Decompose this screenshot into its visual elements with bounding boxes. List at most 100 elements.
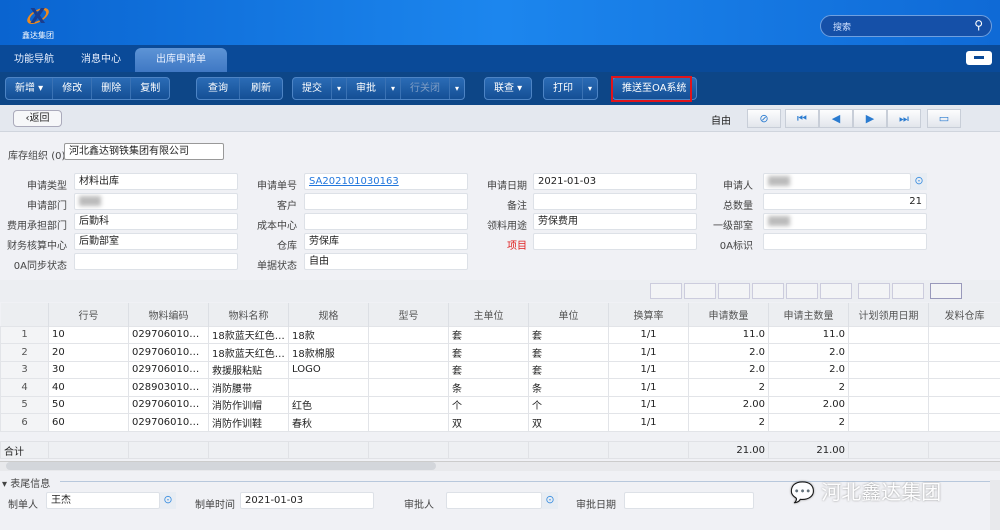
created-time-field[interactable]: 2021-01-03 [240, 492, 374, 509]
approve-button[interactable]: 审批 [347, 78, 387, 99]
table-cell[interactable]: 50 [48, 395, 129, 414]
search-input[interactable]: 搜索 ⚲ [820, 15, 992, 37]
table-cell[interactable]: 1/1 [608, 413, 689, 432]
table-cell[interactable]: 2.00 [688, 395, 769, 414]
apply-type-field[interactable]: 材料出库 [74, 173, 238, 190]
table-cell[interactable]: 2 [688, 413, 769, 432]
cost-dept-field[interactable]: 后勤科 [74, 213, 238, 230]
new-button[interactable]: 新增 ▾ [6, 78, 54, 99]
table-cell[interactable] [848, 395, 929, 414]
tab-message-center[interactable]: 消息中心 [68, 48, 134, 72]
print-button[interactable]: 打印 [544, 78, 583, 99]
window-icon[interactable] [930, 283, 962, 299]
column-header[interactable]: 计划领用日期 [848, 303, 929, 326]
table-cell[interactable]: 1/1 [608, 378, 689, 397]
applicant-picker-icon[interactable]: ⊙ [911, 173, 927, 190]
table-cell[interactable]: 028903010010... [128, 378, 209, 397]
table-cell[interactable]: 个 [448, 395, 529, 414]
table-cell[interactable]: 1/1 [608, 360, 689, 379]
table-cell[interactable] [368, 378, 449, 397]
table-row[interactable]: 110029706010010...18款蓝天红色救...18款套套1/111.… [0, 325, 1000, 344]
table-cell[interactable]: 消防腰带 [208, 378, 289, 397]
query-button[interactable]: 查询 [197, 78, 240, 99]
apply-no-link[interactable]: SA202101030163 [304, 173, 468, 190]
column-header[interactable] [0, 303, 49, 326]
table-cell[interactable]: 救援服粘贴 [208, 360, 289, 379]
last-record-icon[interactable]: ⏭ [887, 109, 921, 128]
column-header[interactable]: 行号 [48, 303, 129, 326]
column-header[interactable]: 申请数量 [688, 303, 769, 326]
table-cell[interactable]: 套 [528, 360, 609, 379]
table-cell[interactable]: LOGO [288, 360, 369, 379]
column-header[interactable]: 物料名称 [208, 303, 289, 326]
table-cell[interactable]: 套 [528, 325, 609, 344]
table-cell[interactable]: 1/1 [608, 325, 689, 344]
creator-field[interactable]: 王杰 [46, 492, 160, 509]
column-header[interactable]: 型号 [368, 303, 449, 326]
table-cell[interactable]: 套 [528, 343, 609, 362]
insert-row-icon[interactable] [684, 283, 716, 299]
table-cell[interactable]: 2.00 [768, 395, 849, 414]
table-cell[interactable] [928, 413, 1000, 432]
table-cell[interactable] [848, 343, 929, 362]
next-record-icon[interactable]: ▶ [853, 109, 887, 128]
submit-dropdown[interactable]: ▾ [332, 78, 348, 99]
table-row[interactable]: 550029706010050...消防作训帽红色个个1/12.002.00 [0, 395, 1000, 414]
table-cell[interactable]: 029706010010... [128, 325, 209, 344]
submit-button[interactable]: 提交 [293, 78, 332, 99]
table-cell[interactable] [368, 395, 449, 414]
apply-dept-field[interactable] [74, 193, 238, 210]
table-cell[interactable] [368, 325, 449, 344]
table-cell[interactable] [288, 378, 369, 397]
table-cell[interactable]: 60 [48, 413, 129, 432]
copy-button[interactable]: 复制 [131, 78, 169, 99]
table-cell[interactable]: 红色 [288, 395, 369, 414]
table-cell[interactable]: 18款蓝天红色救... [208, 343, 289, 362]
table-cell[interactable]: 套 [448, 325, 529, 344]
table-cell[interactable] [848, 325, 929, 344]
table-cell[interactable]: 18款蓝天红色救... [208, 325, 289, 344]
table-cell[interactable] [928, 360, 1000, 379]
oa-flag-field[interactable] [763, 233, 927, 250]
table-cell[interactable]: 双 [528, 413, 609, 432]
table-cell[interactable] [848, 378, 929, 397]
add-row-icon[interactable] [650, 283, 682, 299]
table-cell[interactable]: 2.0 [688, 343, 769, 362]
table-cell[interactable] [848, 413, 929, 432]
table-cell[interactable]: 40 [48, 378, 129, 397]
table-row[interactable]: 330029706010050...救援服粘贴LOGO套套1/12.02.0 [0, 360, 1000, 379]
table-cell[interactable]: 2 [768, 413, 849, 432]
table-cell[interactable]: 2.0 [688, 360, 769, 379]
column-header[interactable]: 规格 [288, 303, 369, 326]
table-cell[interactable]: 11.0 [768, 325, 849, 344]
copy-row-icon[interactable] [752, 283, 784, 299]
vertical-scrollbar[interactable] [990, 480, 1000, 530]
doc-status-field[interactable]: 自由 [304, 253, 468, 270]
column-header[interactable]: 换算率 [608, 303, 689, 326]
first-record-icon[interactable]: ⏮ [785, 109, 819, 128]
table-cell[interactable]: 18款棉服 [288, 343, 369, 362]
search-icon[interactable]: ⚲ [974, 18, 983, 32]
table-cell[interactable]: 2.0 [768, 360, 849, 379]
table-cell[interactable]: 个 [528, 395, 609, 414]
creator-picker-icon[interactable]: ⊙ [160, 492, 176, 509]
table-cell[interactable]: 10 [48, 325, 129, 344]
applicant-field[interactable] [763, 173, 911, 190]
table-cell[interactable] [368, 413, 449, 432]
edit-button[interactable]: 修改 [53, 78, 93, 99]
linked-query-button[interactable]: 联查 ▾ [485, 78, 531, 99]
table-cell[interactable]: 春秋 [288, 413, 369, 432]
approve-dropdown[interactable]: ▾ [386, 78, 402, 99]
delete-button[interactable]: 删除 [92, 78, 132, 99]
close-row-button[interactable]: 行关闭 [401, 78, 451, 99]
tab-function-nav[interactable]: 功能导航 [0, 48, 68, 72]
oa-sync-field[interactable] [74, 253, 238, 270]
table-cell[interactable] [928, 325, 1000, 344]
delete-row-icon[interactable] [718, 283, 750, 299]
first-dept-field[interactable] [763, 213, 927, 230]
table-cell[interactable]: 套 [448, 343, 529, 362]
table-cell[interactable]: 2 [688, 378, 769, 397]
approver-picker-icon[interactable]: ⊙ [542, 492, 558, 509]
table-cell[interactable]: 条 [448, 378, 529, 397]
table-row[interactable]: 660029706010020...消防作训鞋春秋双双1/122 [0, 413, 1000, 432]
